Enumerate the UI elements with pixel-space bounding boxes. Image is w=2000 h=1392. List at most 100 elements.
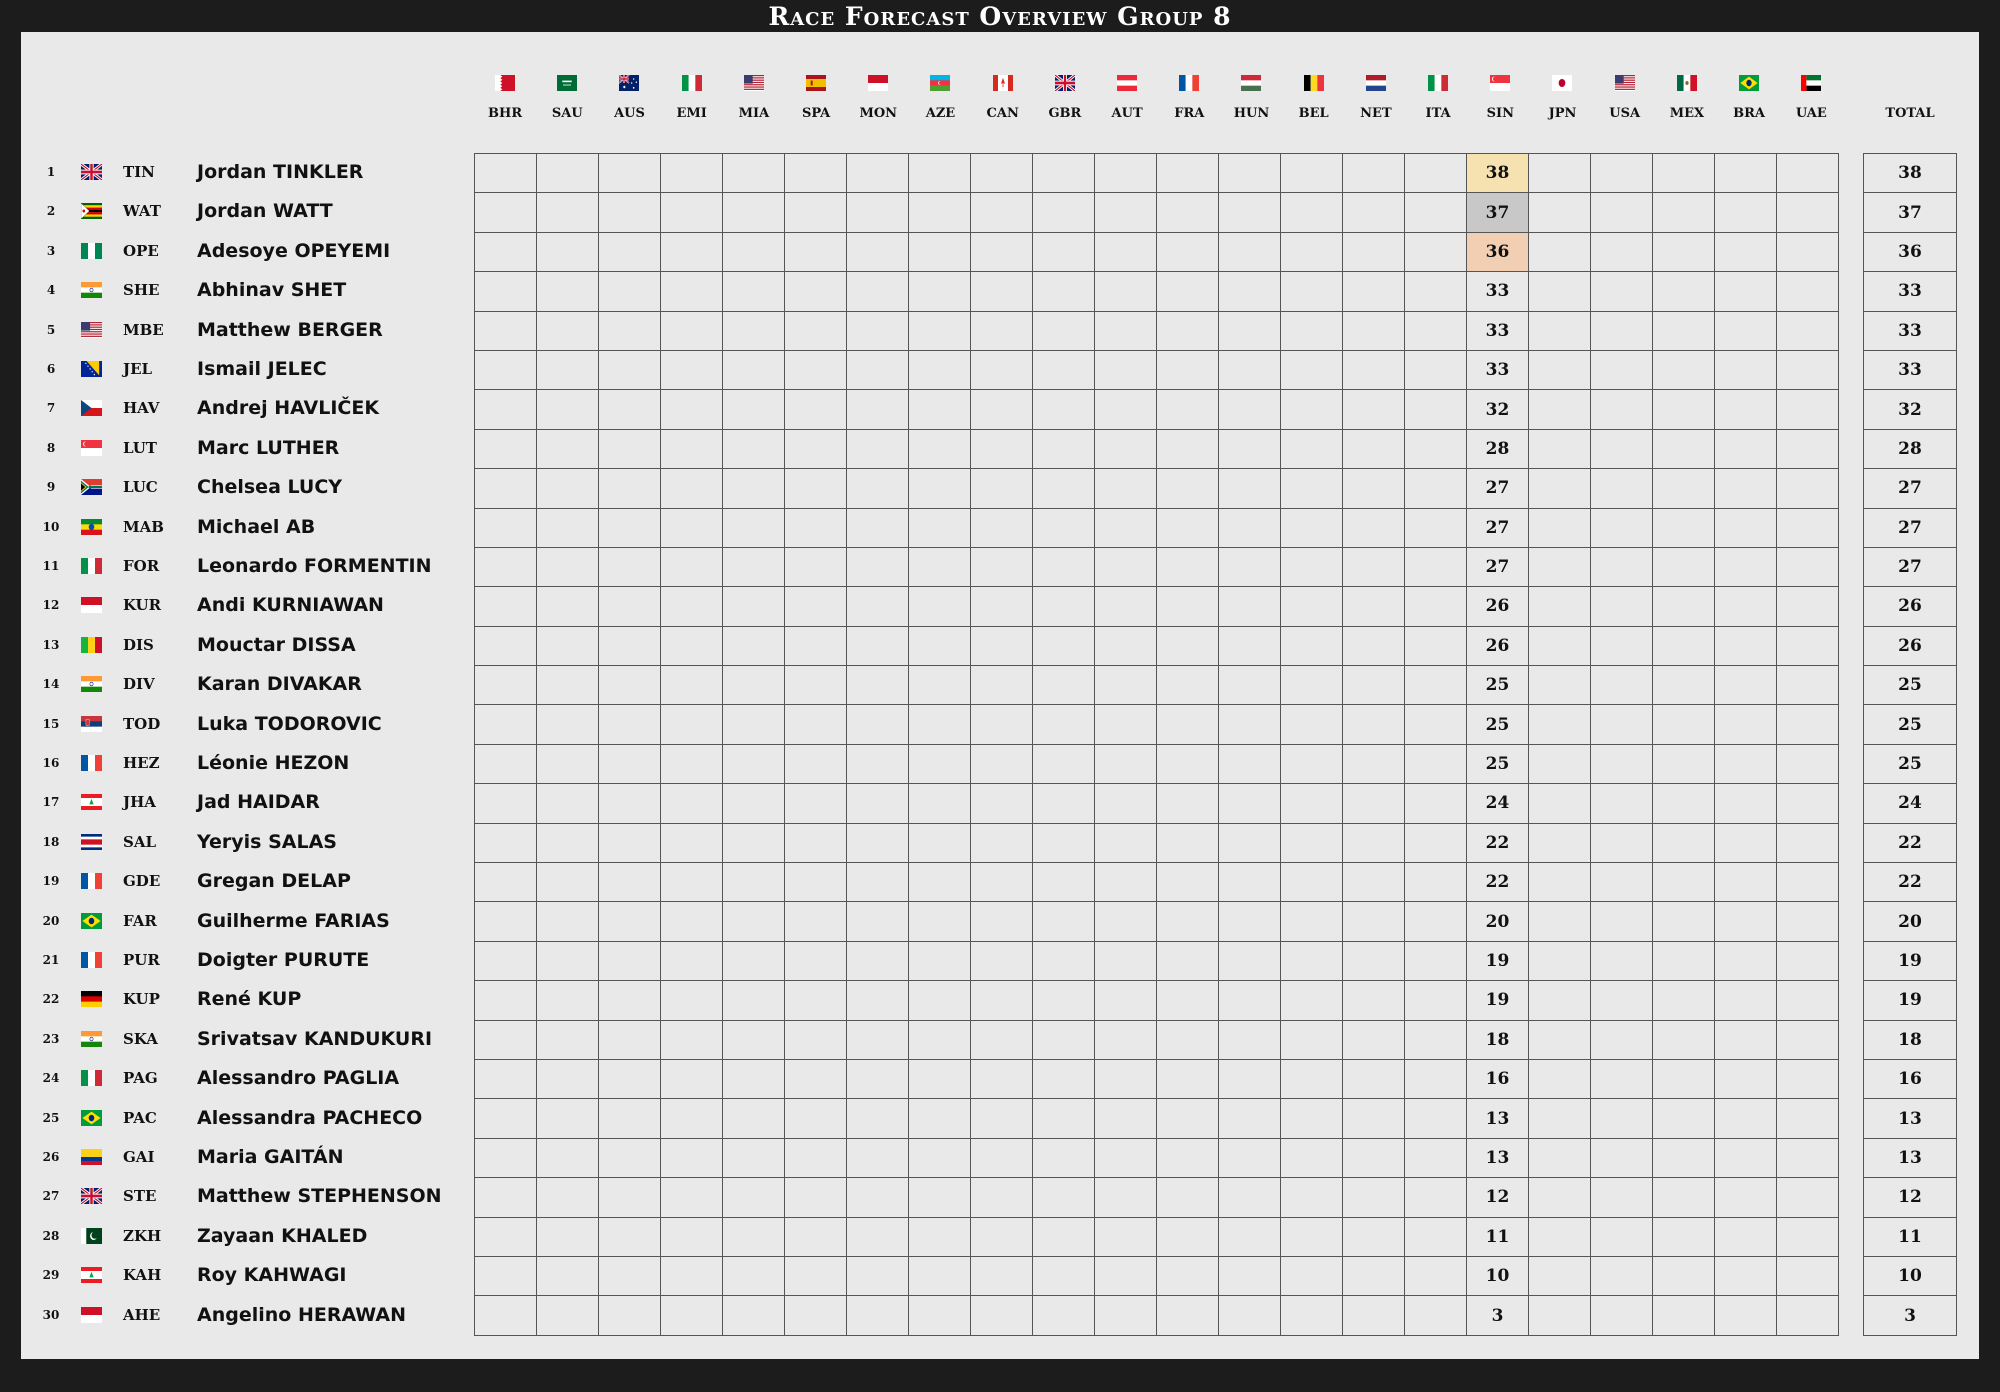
score-cell xyxy=(1652,507,1715,548)
player-rank: 22 xyxy=(42,992,60,1007)
score-cell xyxy=(1342,349,1405,391)
score-cell xyxy=(660,1098,723,1139)
total-row: 11 xyxy=(1863,1216,1957,1257)
score-cell xyxy=(784,1295,847,1336)
race-code: JPN xyxy=(1548,106,1577,121)
score-cell xyxy=(1528,862,1591,903)
player-abbreviation: JHA xyxy=(123,793,156,812)
score-cell xyxy=(722,704,785,745)
japan-flag-icon xyxy=(1552,75,1573,91)
player-name: Michael AB xyxy=(197,515,316,538)
score-cell xyxy=(970,428,1033,470)
player-rank: 2 xyxy=(46,204,56,219)
score-cell xyxy=(1094,862,1157,903)
player-abbreviation: TOD xyxy=(123,714,161,733)
score-cell xyxy=(1404,625,1467,667)
score-cell xyxy=(784,192,847,233)
usa-flag-icon xyxy=(743,75,764,91)
score-cell xyxy=(722,349,785,391)
score-cell xyxy=(1280,389,1343,430)
score-cell xyxy=(908,704,971,745)
score-cell xyxy=(1528,152,1591,194)
score-cell xyxy=(536,1255,599,1297)
player-rank: 19 xyxy=(42,874,60,889)
score-cell xyxy=(536,625,599,667)
score-cell xyxy=(1528,546,1591,588)
score-cell xyxy=(474,310,537,351)
score-cell xyxy=(970,783,1033,824)
score-cell xyxy=(1714,507,1777,548)
player-abbreviation: LUC xyxy=(123,478,158,497)
score-cell: 27 xyxy=(1466,546,1529,588)
score-cell xyxy=(846,1177,909,1218)
score-cell xyxy=(1714,901,1777,942)
score-cell xyxy=(1652,704,1715,745)
race-code: CAN xyxy=(986,106,1019,121)
score-cell xyxy=(1342,1295,1405,1336)
score-cell xyxy=(1280,1098,1343,1139)
score-cell xyxy=(970,862,1033,903)
grid-row: 25 xyxy=(474,743,1839,785)
player-rank: 12 xyxy=(42,598,60,613)
total-cell: 22 xyxy=(1863,862,1957,903)
score-cell xyxy=(1218,546,1281,588)
total-cell: 19 xyxy=(1863,980,1957,1021)
total-cell: 32 xyxy=(1863,389,1957,430)
score-cell xyxy=(1590,1295,1653,1336)
total-cell: 27 xyxy=(1863,507,1957,548)
score-cell xyxy=(1528,231,1591,273)
grid-row: 22 xyxy=(474,822,1839,864)
score-cell xyxy=(1032,1137,1095,1179)
score-cell: 16 xyxy=(1466,1058,1529,1100)
forecast-grid: 38 37 36 33 33 33 32 28 27 27 27 26 26 25 25 25 24 22 22 20… xyxy=(474,152,1839,1336)
canada-flag-icon xyxy=(992,75,1013,91)
player-name: Doigter PURUTE xyxy=(197,949,370,971)
score-cell xyxy=(846,507,909,548)
score-cell xyxy=(784,1255,847,1297)
score-cell xyxy=(660,1295,723,1336)
grid-row: 28 xyxy=(474,428,1839,470)
player-abbreviation: HAV xyxy=(123,399,160,418)
score-cell xyxy=(908,665,971,706)
score-cell xyxy=(598,1019,661,1060)
score-cell xyxy=(1528,1137,1591,1179)
score-cell xyxy=(1094,1137,1157,1179)
score-cell xyxy=(1094,428,1157,470)
score-cell xyxy=(1404,231,1467,273)
score-cell xyxy=(1218,625,1281,667)
score-cell xyxy=(1528,980,1591,1021)
score-cell xyxy=(660,349,723,391)
player-rank: 29 xyxy=(42,1268,60,1283)
score-cell xyxy=(1218,901,1281,942)
score-cell xyxy=(970,1255,1033,1297)
player-row: 7 HAV Andrej HAVLIČEK xyxy=(21,389,461,428)
score-cell xyxy=(1776,1058,1839,1100)
score-cell xyxy=(1590,980,1653,1021)
score-cell xyxy=(660,743,723,785)
score-cell xyxy=(660,1177,723,1218)
score-cell xyxy=(1156,1137,1219,1179)
total-row: 27 xyxy=(1863,468,1957,509)
score-cell xyxy=(1776,1295,1839,1336)
score-cell xyxy=(1528,468,1591,509)
score-cell xyxy=(1714,1058,1777,1100)
score-cell xyxy=(970,349,1033,391)
score-cell xyxy=(660,310,723,351)
score-cell: 25 xyxy=(1466,743,1529,785)
score-cell xyxy=(474,1137,537,1179)
score-cell: 24 xyxy=(1466,783,1529,824)
score-cell xyxy=(908,349,971,391)
score-cell xyxy=(1280,349,1343,391)
score-cell xyxy=(1652,389,1715,430)
score-cell xyxy=(784,468,847,509)
player-row: 15 TOD Luka TODOROVIC xyxy=(21,705,461,744)
score-cell xyxy=(970,822,1033,864)
player-rank: 7 xyxy=(46,401,56,416)
score-cell xyxy=(1342,586,1405,627)
total-row: 25 xyxy=(1863,704,1957,745)
score-cell xyxy=(784,507,847,548)
score-cell xyxy=(536,546,599,588)
score-cell xyxy=(1342,152,1405,194)
score-cell xyxy=(1280,428,1343,470)
score-cell xyxy=(846,152,909,194)
